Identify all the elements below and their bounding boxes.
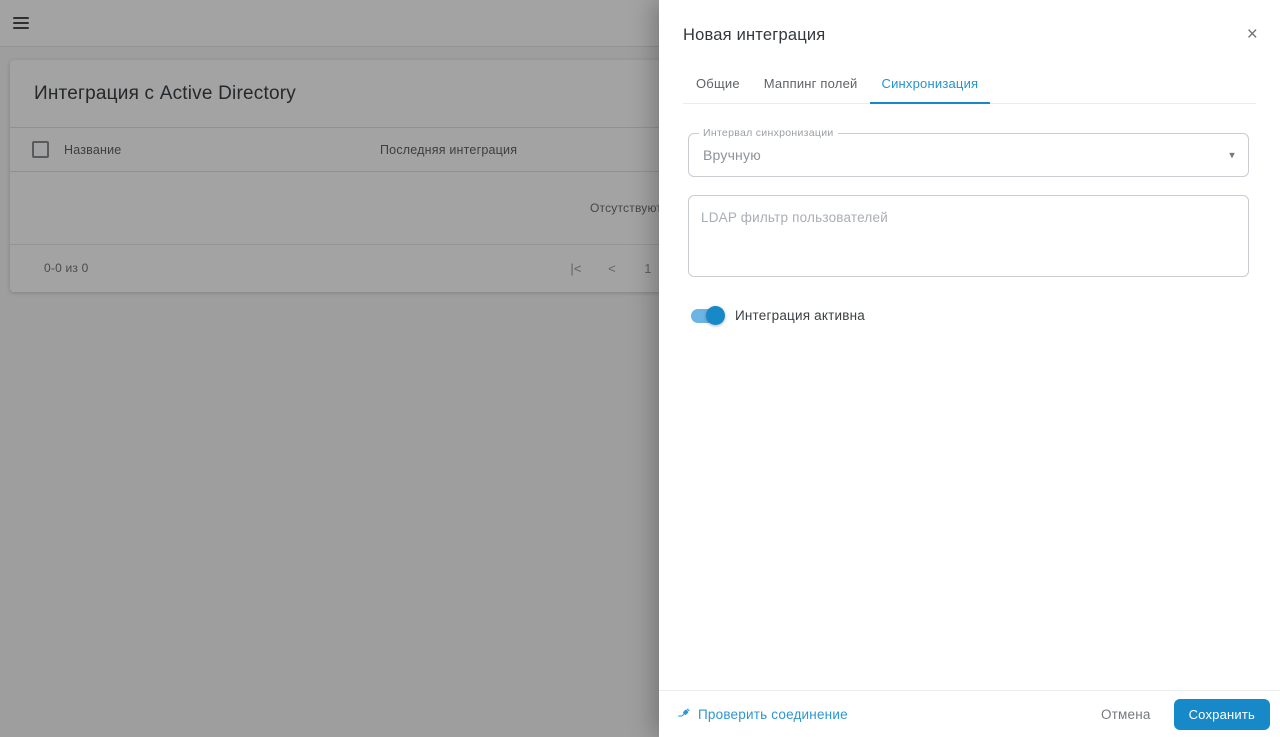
chevron-down-icon: ▾ [1229,149,1235,162]
integration-active-label: Интеграция активна [735,308,865,323]
check-connection-label: Проверить соединение [698,706,848,722]
dialog-tabs: Общие Маппинг полей Синхронизация [683,66,1256,104]
dialog-title: Новая интеграция [683,26,826,44]
plug-icon [678,708,690,717]
new-integration-dialog: Новая интеграция × Общие Маппинг полей С… [659,0,1280,737]
sync-interval-value: Вручную [703,147,761,163]
sync-interval-select[interactable]: Интервал синхронизации Вручную ▾ [688,127,1249,177]
ldap-filter-input[interactable] [688,195,1249,277]
close-icon[interactable]: × [1247,25,1258,44]
check-connection-link[interactable]: Проверить соединение [676,706,848,722]
sync-interval-label: Интервал синхронизации [699,127,838,139]
integration-active-toggle[interactable] [691,306,725,325]
tab-field-mapping[interactable]: Маппинг полей [752,66,870,103]
dialog-footer: Проверить соединение Отмена Сохранить [659,690,1280,737]
tab-synchronization[interactable]: Синхронизация [869,66,991,104]
cancel-button[interactable]: Отмена [1101,707,1151,722]
save-button[interactable]: Сохранить [1173,698,1270,730]
tab-general[interactable]: Общие [684,66,752,103]
